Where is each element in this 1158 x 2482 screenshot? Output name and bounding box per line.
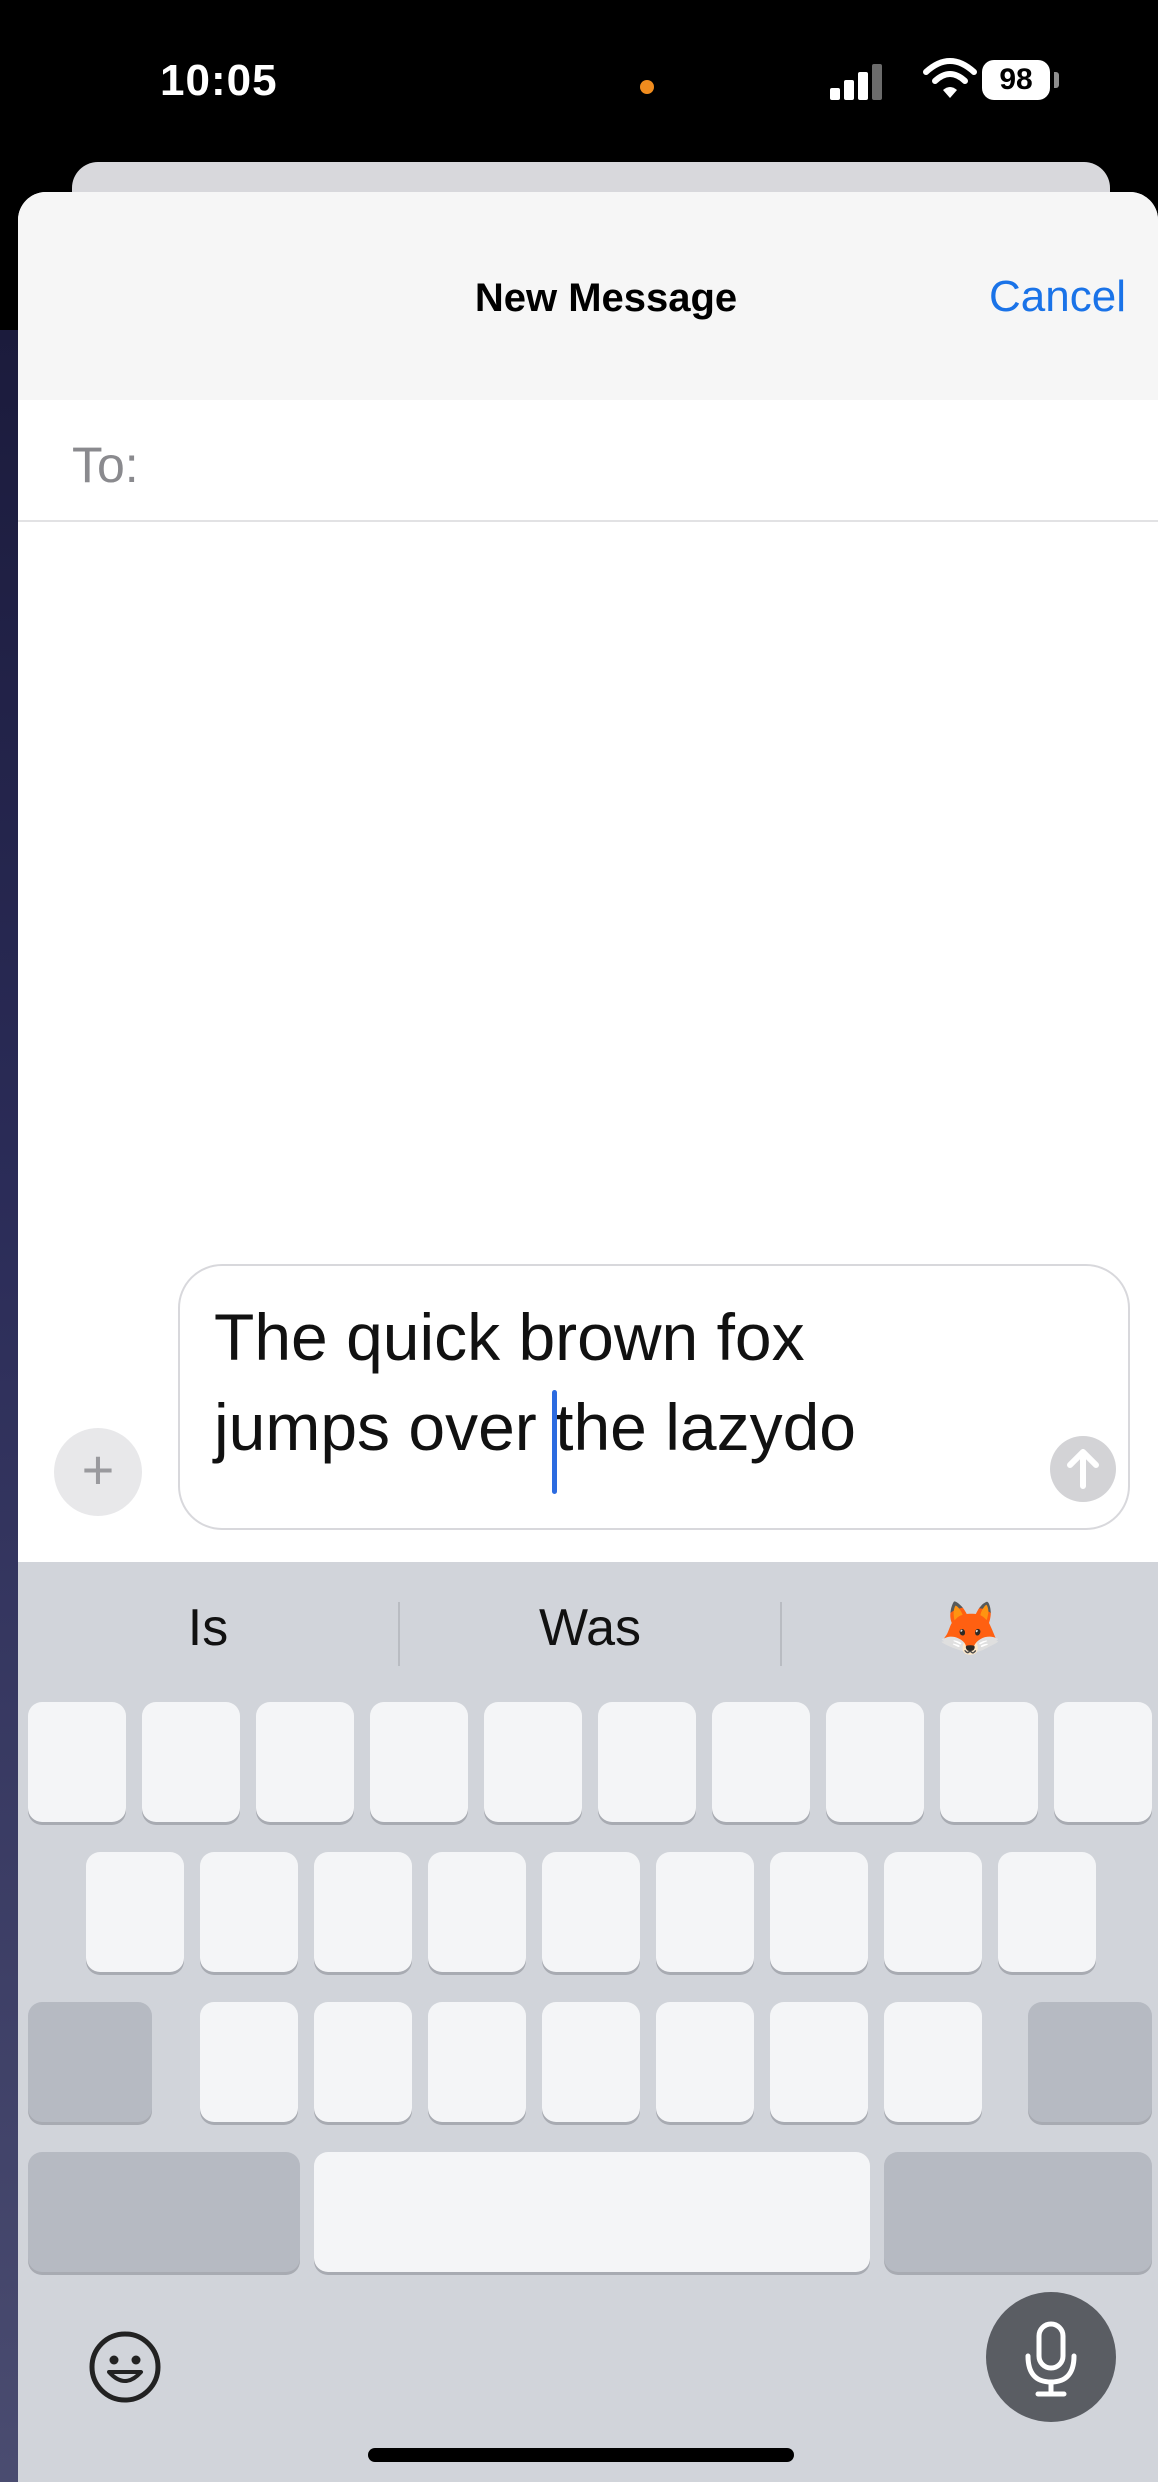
keyboard-key[interactable] [142, 1702, 240, 1822]
keyboard-key[interactable] [598, 1702, 696, 1822]
keyboard-key[interactable] [884, 2002, 982, 2122]
signal-icon [830, 64, 882, 100]
keyboard-key[interactable] [826, 1702, 924, 1822]
keyboard-key[interactable] [884, 1852, 982, 1972]
keyboard-key[interactable] [656, 1852, 754, 1972]
emoji-icon[interactable] [86, 2328, 164, 2406]
message-text: The quick brown fox jumps over the lazyd… [214, 1292, 1034, 1472]
microphone-icon [1025, 2321, 1077, 2397]
recording-indicator-dot [640, 80, 654, 94]
shift-key[interactable] [28, 2002, 152, 2122]
message-line-2: jumps over the lazydo [214, 1390, 856, 1464]
keyboard-key[interactable] [28, 1702, 126, 1822]
keyboard-key[interactable] [770, 1852, 868, 1972]
home-indicator [368, 2448, 794, 2462]
status-time: 10:05 [160, 56, 278, 105]
space-key[interactable] [314, 2152, 870, 2272]
keyboard-key[interactable] [542, 1852, 640, 1972]
page-title: New Message [474, 276, 738, 320]
keyboard-key[interactable] [428, 2002, 526, 2122]
delete-key[interactable] [1028, 2002, 1152, 2122]
keyboard-key[interactable] [998, 1852, 1096, 1972]
message-line-1: The quick brown fox [214, 1300, 805, 1374]
return-key[interactable] [884, 2152, 1152, 2272]
status-bar: 10:05 98 [0, 0, 1158, 160]
numbers-key[interactable] [28, 2152, 300, 2272]
keyboard-key[interactable] [86, 1852, 184, 1972]
keyboard-key[interactable] [542, 2002, 640, 2122]
wifi-icon [923, 58, 977, 98]
keyboard-key[interactable] [314, 1852, 412, 1972]
text-caret [552, 1390, 557, 1494]
keyboard-key[interactable] [200, 2002, 298, 2122]
send-arrow-icon[interactable] [1050, 1436, 1116, 1502]
keyboard-key[interactable] [712, 1702, 810, 1822]
keyboard-key[interactable] [484, 1702, 582, 1822]
keyboard-key[interactable] [656, 2002, 754, 2122]
recipient-field[interactable]: To: [18, 400, 1158, 522]
new-message-sheet: New Message Cancel To: + The quick brown… [18, 192, 1158, 2482]
predictive-bar: Is Was 🦊 [18, 1562, 1158, 1702]
plus-icon[interactable]: + [54, 1428, 142, 1516]
suggestion-is[interactable]: Is [18, 1598, 398, 1658]
battery-icon: 98 [982, 60, 1050, 100]
battery-nub [1054, 72, 1059, 88]
navigation-bar: New Message Cancel [18, 192, 1158, 400]
keyboard-key[interactable] [256, 1702, 354, 1822]
keyboard: Is Was 🦊 [18, 1562, 1158, 2482]
keyboard-key[interactable] [940, 1702, 1038, 1822]
cancel-button[interactable]: Cancel [989, 272, 1126, 322]
dictation-button[interactable] [986, 2292, 1116, 2422]
keyboard-key[interactable] [770, 2002, 868, 2122]
keyboard-key[interactable] [1054, 1702, 1152, 1822]
suggestion-was[interactable]: Was [400, 1598, 780, 1658]
keyboard-key[interactable] [200, 1852, 298, 1972]
keyboard-key[interactable] [370, 1702, 468, 1822]
suggestion-fox-emoji[interactable]: 🦊 [782, 1598, 1158, 1659]
keyboard-key[interactable] [428, 1852, 526, 1972]
message-input[interactable]: The quick brown fox jumps over the lazyd… [178, 1264, 1130, 1530]
keyboard-key[interactable] [314, 2002, 412, 2122]
recipient-label: To: [72, 437, 139, 493]
